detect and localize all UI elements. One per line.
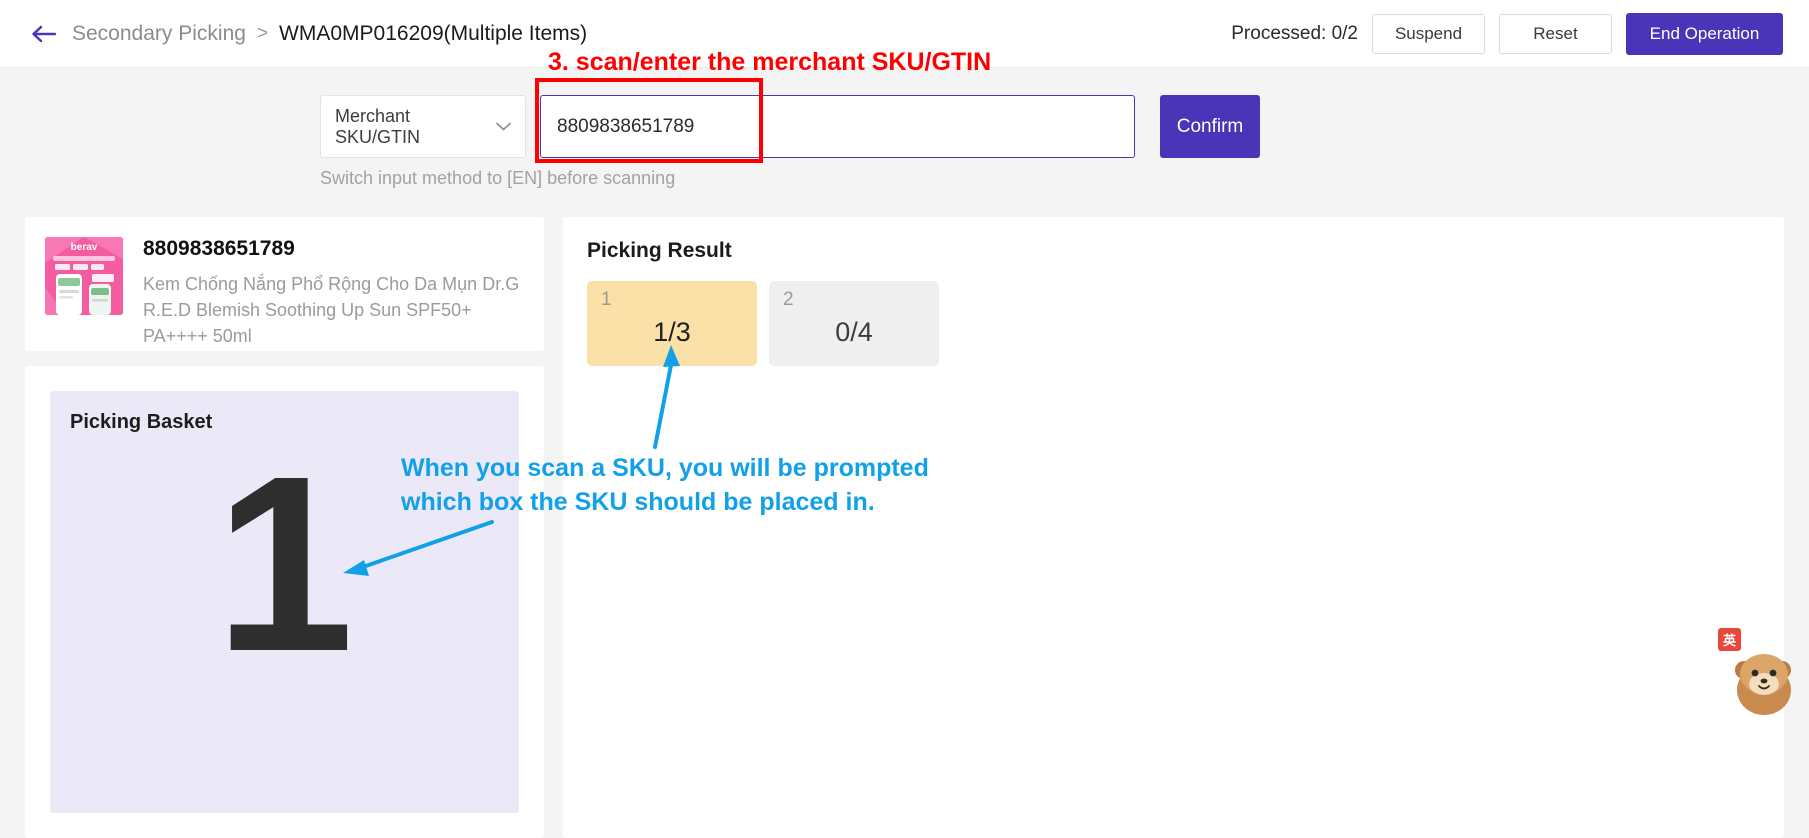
picking-box-index: 1 (601, 289, 612, 310)
annotation-red-highlight-box (535, 78, 763, 163)
picking-result-title: Picking Result (587, 239, 732, 262)
mascot-language-badge: 英 (1718, 628, 1742, 651)
annotation-blue-line-1: When you scan a SKU, you will be prompte… (401, 454, 929, 482)
scan-type-select[interactable]: Merchant SKU/GTIN (320, 95, 526, 158)
annotation-blue-line-2: which box the SKU should be placed in. (401, 487, 875, 516)
svg-text:berav: berav (71, 242, 98, 253)
picking-box-count: 0/4 (835, 317, 873, 347)
product-card: berav 8809838651789 Kem Chống Nắng Phổ R… (25, 217, 544, 351)
picking-box-1[interactable]: 1 1/3 (587, 281, 757, 366)
scan-row: Merchant SKU/GTIN 8809838651789 Confirm (320, 95, 1260, 158)
processed-count: Processed: 0/2 (1231, 22, 1358, 44)
product-description: Kem Chống Nắng Phổ Rộng Cho Da Mụn Dr.G … (143, 274, 520, 347)
picking-box-count: 1/3 (653, 317, 691, 347)
picking-box-index: 2 (783, 289, 794, 310)
assistant-mascot-icon[interactable]: 英 (1718, 628, 1798, 718)
scan-bar: Merchant SKU/GTIN 8809838651789 Confirm … (0, 68, 1809, 211)
picking-box-list: 1 1/3 2 0/4 (587, 281, 1760, 366)
scan-helper-text: Switch input method to [EN] before scann… (320, 168, 676, 188)
product-thumbnail-sunscreen-icon: berav (45, 237, 123, 315)
confirm-button[interactable]: Confirm (1160, 95, 1260, 158)
scan-type-value: Merchant SKU/GTIN (335, 105, 421, 147)
arrow-left-icon[interactable] (30, 20, 58, 48)
breadcrumb-parent[interactable]: Secondary Picking (72, 22, 246, 46)
suspend-button[interactable]: Suspend (1372, 13, 1485, 54)
product-sku: 8809838651789 (143, 237, 295, 260)
picking-box-2[interactable]: 2 0/4 (769, 281, 939, 366)
product-info: 8809838651789 Kem Chống Nắng Phổ Rộng Ch… (143, 237, 524, 349)
reset-button[interactable]: Reset (1499, 13, 1612, 54)
picking-result-card: Picking Result 1 1/3 2 0/4 (563, 217, 1784, 838)
chevron-down-icon (496, 122, 511, 131)
header-actions: Processed: 0/2 Suspend Reset End Operati… (1231, 12, 1783, 55)
end-operation-button[interactable]: End Operation (1626, 12, 1783, 55)
main-content: berav 8809838651789 Kem Chống Nắng Phổ R… (0, 211, 1809, 838)
breadcrumb-separator: > (256, 22, 269, 44)
annotation-blue-text: When you scan a SKU, you will be prompte… (401, 452, 929, 520)
breadcrumb-current: WMA0MP016209(Multiple Items) (279, 21, 588, 45)
picking-basket-card: Picking Basket 1 (25, 366, 544, 838)
annotation-red-text: 3. scan/enter the merchant SKU/GTIN (548, 48, 992, 76)
